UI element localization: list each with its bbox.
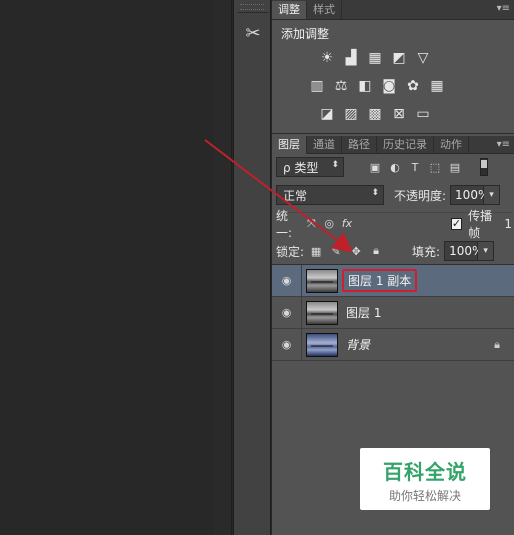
watermark-logo: 百科全说 助你轻松解决: [360, 448, 490, 510]
exposure-icon[interactable]: ◩: [390, 50, 408, 66]
lock-image-icon[interactable]: ✎: [328, 243, 344, 259]
chevron-updown-icon: ⬍: [371, 188, 379, 198]
filter-type-icon[interactable]: T: [408, 160, 422, 174]
filter-toggle[interactable]: [480, 158, 488, 176]
layer-thumbnail: [306, 332, 338, 357]
curves-icon[interactable]: ▦: [366, 50, 384, 66]
layers-panel-menu-icon[interactable]: ▾≡: [497, 139, 510, 150]
levels-icon[interactable]: ▟: [342, 50, 360, 66]
tab-paths[interactable]: 路径: [342, 136, 377, 154]
filter-adjustment-icon[interactable]: ◐: [388, 160, 402, 174]
black-white-icon[interactable]: ◧: [356, 78, 374, 94]
adjustment-icons-row-2: ▥ ⚖ ◧ ◙ ✿ ▦: [308, 78, 446, 94]
lock-position-icon[interactable]: ✥: [348, 243, 364, 259]
layer-row-1[interactable]: ◉ 图层 1: [272, 296, 514, 329]
opacity-label: 不透明度:: [394, 188, 447, 203]
adjustment-icons-row-3: ◪ ▨ ▩ ⊠ ▭: [318, 106, 432, 122]
chevron-updown-icon: ⬍: [331, 160, 339, 170]
channel-mixer-icon[interactable]: ✿: [404, 78, 422, 94]
filter-smart-object-icon[interactable]: ▤: [448, 160, 462, 174]
collapsed-panel-strip: ✂: [233, 0, 271, 535]
vibrance-icon[interactable]: ▽: [414, 50, 432, 66]
lock-label: 锁定:: [276, 244, 305, 259]
visibility-eye-icon[interactable]: ◉: [272, 328, 302, 361]
lock-all-icon[interactable]: 🔒︎: [368, 243, 384, 259]
watermark-main: 百科全说: [383, 460, 467, 484]
fill-dropdown[interactable]: ▾: [478, 241, 495, 261]
add-adjustment-title: 添加调整: [281, 27, 330, 41]
panel-menu-icon[interactable]: ▾≡: [497, 3, 510, 14]
color-lookup-icon[interactable]: ▦: [428, 78, 446, 94]
blend-mode-value: 正常: [283, 188, 308, 203]
watermark-sub: 助你轻松解决: [388, 489, 461, 503]
filter-kind-select[interactable]: ρ 类型 ⬍: [276, 157, 344, 177]
brightness-icon[interactable]: ☀: [318, 50, 336, 66]
propagate-checkbox[interactable]: ✓: [450, 217, 463, 230]
document-canvas: [0, 0, 214, 535]
unify-visibility-icon[interactable]: ◎: [323, 217, 335, 231]
layers-tabbar: 图层 通道 路径 历史记录 动作 ▾≡: [272, 136, 514, 154]
posterize-icon[interactable]: ▨: [342, 106, 360, 122]
hue-saturation-icon[interactable]: ▥: [308, 78, 326, 94]
panel-grip[interactable]: [240, 4, 264, 10]
opacity-input[interactable]: 100%: [450, 185, 489, 205]
unify-position-icon[interactable]: ⤧: [306, 217, 318, 231]
lock-icon: 🔒︎: [494, 338, 500, 351]
propagate-value: 1: [504, 216, 512, 231]
layer-name[interactable]: 图层 1: [346, 304, 381, 321]
lock-fill-row: 锁定: ▦ ✎ ✥ 🔒︎ 填充: 100% ▾: [276, 240, 512, 262]
divider: [238, 12, 268, 13]
tab-actions[interactable]: 动作: [434, 136, 469, 154]
adjustments-panel: 调整 样式 ▾≡ 添加调整 ☀ ▟ ▦ ◩ ▽ ▥ ⚖ ◧ ◙ ✿ ▦ ◪ ▨ …: [272, 0, 514, 134]
layer-row-background[interactable]: ◉ 背景 🔒︎: [272, 328, 514, 361]
unify-style-icon[interactable]: fx: [341, 217, 353, 231]
layer-list: ◉ 图层 1 副本 ◉ 图层 1 ◉ 背景 🔒︎: [272, 264, 514, 361]
adjustments-tabbar: 调整 样式 ▾≡: [272, 0, 514, 20]
unify-label: 统一:: [276, 208, 293, 240]
blend-mode-select[interactable]: 正常 ⬍: [276, 185, 384, 205]
filter-shape-icon[interactable]: ⬚: [428, 160, 442, 174]
panel-gutter: [214, 0, 232, 535]
layer-row-copy[interactable]: ◉ 图层 1 副本: [272, 264, 514, 297]
tools-icon[interactable]: ✂: [238, 18, 268, 48]
layer-name[interactable]: 背景: [346, 336, 370, 353]
adjustment-icons-row-1: ☀ ▟ ▦ ◩ ▽: [318, 50, 432, 66]
opacity-dropdown[interactable]: ▾: [484, 185, 501, 205]
tab-history[interactable]: 历史记录: [377, 136, 434, 154]
fill-input[interactable]: 100%: [444, 241, 483, 261]
fill-label: 填充:: [412, 244, 441, 259]
lock-transparent-icon[interactable]: ▦: [308, 243, 324, 259]
filter-pixel-icon[interactable]: ▣: [368, 160, 382, 174]
layer-thumbnail: [306, 268, 338, 293]
tab-layers[interactable]: 图层: [272, 136, 307, 154]
layer-thumbnail: [306, 300, 338, 325]
tab-adjustments[interactable]: 调整: [272, 1, 307, 19]
tab-channels[interactable]: 通道: [307, 136, 342, 154]
visibility-eye-icon[interactable]: ◉: [272, 264, 302, 297]
visibility-eye-icon[interactable]: ◉: [272, 296, 302, 329]
tab-styles[interactable]: 样式: [307, 1, 342, 19]
propagate-label: 传播帧: [468, 208, 493, 240]
selective-color-icon[interactable]: ⊠: [390, 106, 408, 122]
blend-opacity-row: 正常 ⬍ 不透明度: 100% ▾: [276, 184, 512, 206]
filter-kind-label: ρ 类型: [283, 160, 319, 175]
color-balance-icon[interactable]: ⚖: [332, 78, 350, 94]
threshold-icon[interactable]: ▩: [366, 106, 384, 122]
unify-row: 统一: ⤧ ◎ fx ✓ 传播帧 1: [276, 209, 512, 240]
photo-filter-icon[interactable]: ◙: [380, 78, 398, 94]
layer-filter-row: ρ 类型 ⬍ ▣ ◐ T ⬚ ▤: [276, 156, 512, 178]
invert-icon[interactable]: ◪: [318, 106, 336, 122]
gradient-map-icon[interactable]: ▭: [414, 106, 432, 122]
layer-name[interactable]: 图层 1 副本: [342, 269, 418, 292]
